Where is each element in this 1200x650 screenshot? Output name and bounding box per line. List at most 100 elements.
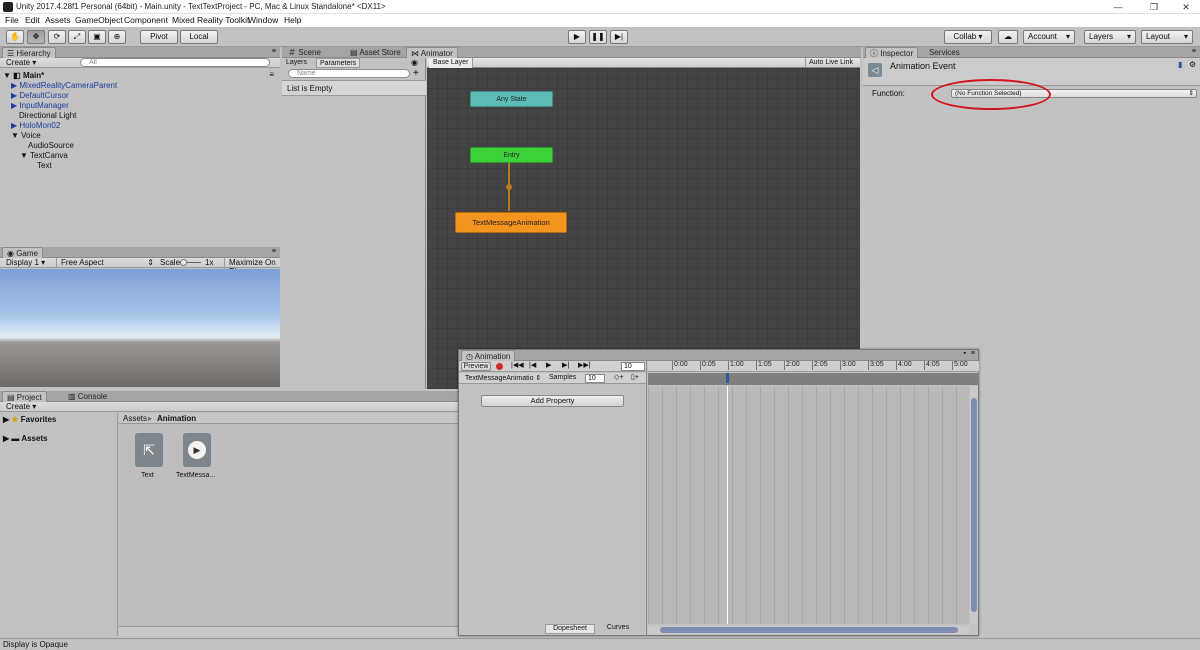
add-parameter-icon[interactable]: + <box>413 68 419 79</box>
expand-arrow-icon[interactable]: ▶ <box>11 121 17 130</box>
tab-animation[interactable]: ◷ Animation <box>461 350 516 361</box>
maximize-button[interactable]: ❐ <box>1138 0 1170 14</box>
expand-arrow-icon[interactable]: ▼ <box>11 131 19 140</box>
tab-curves[interactable]: Curves <box>595 624 641 634</box>
hierarchy-create-dropdown[interactable]: Create ▾ <box>6 58 36 67</box>
animator-graph-canvas[interactable]: Base Layer Auto Live Link Any State Entr… <box>427 58 860 389</box>
menu-assets[interactable]: Assets <box>45 15 71 25</box>
project-create-dropdown[interactable]: Create ▾ <box>6 402 36 411</box>
play-icon[interactable]: ▶ <box>546 361 551 369</box>
menu-help[interactable]: Help <box>284 15 301 25</box>
step-button[interactable]: ▶| <box>610 30 628 44</box>
settings-gear-icon[interactable]: ⚙ <box>1189 60 1196 69</box>
dopesheet-area[interactable] <box>648 386 969 624</box>
hierarchy-item-textcanva[interactable]: ▼ TextCanva <box>20 151 68 160</box>
play-button[interactable]: ▶ <box>568 30 586 44</box>
tab-project[interactable]: ▤ Project <box>2 391 47 402</box>
transform-tool-icon[interactable]: ⊕ <box>108 30 126 44</box>
eye-icon[interactable]: ◉ <box>411 58 418 67</box>
help-book-icon[interactable]: ▮ <box>1178 60 1182 69</box>
animation-event-marker[interactable] <box>726 373 729 383</box>
tab-asset-store[interactable]: ▤ Asset Store <box>346 47 405 58</box>
expand-arrow-icon[interactable]: ▼ <box>20 151 28 160</box>
text-message-animation-state-node[interactable]: TextMessageAnimation <box>455 212 567 233</box>
panel-menu-icon[interactable]: ≡ <box>971 350 975 357</box>
menu-mixed-reality-toolkit[interactable]: Mixed Reality Toolkit <box>172 15 249 25</box>
menu-window[interactable]: Window <box>248 15 278 25</box>
horizontal-scrollbar[interactable] <box>648 626 970 634</box>
horizontal-scrollbar-thumb[interactable] <box>660 627 958 633</box>
panel-menu-icon[interactable]: ≡ <box>1192 48 1196 55</box>
layers-dropdown[interactable]: Layers ▾ <box>1084 30 1136 44</box>
preview-toggle[interactable]: Preview <box>461 362 491 371</box>
hierarchy-item-audiosource[interactable]: AudioSource <box>28 141 74 150</box>
hierarchy-item-inputmanager[interactable]: ▶ InputManager <box>11 101 69 110</box>
breadcrumb-assets[interactable]: Assets <box>123 414 147 423</box>
rotate-tool-icon[interactable]: ⟳ <box>48 30 66 44</box>
tab-layers[interactable]: Layers <box>286 58 307 68</box>
vertical-scrollbar-thumb[interactable] <box>971 398 977 612</box>
hierarchy-item-holomon02[interactable]: ▶ HoloMon02 <box>11 121 60 130</box>
timeline-ruler[interactable]: 0:00 0:05 1:00 1:05 2:00 2:05 3:00 3:05 4:00 4:05… <box>648 361 979 372</box>
tab-hierarchy[interactable]: ☰ Hierarchy <box>2 47 56 58</box>
panel-menu-icon[interactable]: ≡ <box>272 48 276 55</box>
base-layer-breadcrumb[interactable]: Base Layer <box>429 58 474 68</box>
entry-node[interactable]: Entry <box>470 147 553 163</box>
tab-inspector[interactable]: ⓘ Inspector <box>865 47 919 58</box>
add-event-icon[interactable]: ▯+ <box>631 373 639 381</box>
rect-tool-icon[interactable]: ▣ <box>88 30 106 44</box>
hierarchy-item-defaultcursor[interactable]: ▶ DefaultCursor <box>11 91 69 100</box>
breadcrumb-animation[interactable]: Animation <box>157 414 196 423</box>
tab-animator[interactable]: ⋈ Animator <box>406 47 458 58</box>
menu-component[interactable]: Component <box>124 15 168 25</box>
expand-arrow-icon[interactable]: ▶ <box>11 81 17 90</box>
display-dropdown[interactable]: Display 1 ▾ <box>6 258 45 267</box>
menu-edit[interactable]: Edit <box>25 15 40 25</box>
scene-menu-icon[interactable]: ≡ <box>269 70 274 79</box>
scale-slider-thumb[interactable] <box>180 259 187 266</box>
add-property-button[interactable]: Add Property <box>481 395 624 407</box>
tab-dopesheet[interactable]: Dopesheet <box>545 624 595 634</box>
prev-keyframe-icon[interactable]: |◀ <box>529 361 536 369</box>
scale-tool-icon[interactable]: ⤢ <box>68 30 86 44</box>
menu-file[interactable]: File <box>5 15 19 25</box>
tab-parameters[interactable]: Parameters <box>316 58 361 68</box>
hierarchy-item-directional-light[interactable]: Directional Light <box>19 111 76 120</box>
last-keyframe-icon[interactable]: ▶▶| <box>578 361 591 369</box>
hierarchy-search-input[interactable]: All <box>80 58 270 67</box>
expand-arrow-icon[interactable]: ▶ <box>11 91 17 100</box>
game-view-viewport[interactable] <box>0 269 280 387</box>
collab-button[interactable]: Collab ▾ <box>944 30 992 44</box>
event-track[interactable] <box>648 373 979 385</box>
first-keyframe-icon[interactable]: |◀◀ <box>511 361 524 369</box>
expand-arrow-icon[interactable]: ▶ <box>11 101 17 110</box>
animator-controller-icon[interactable]: ⇱ <box>135 433 163 467</box>
auto-live-link-toggle[interactable]: Auto Live Link <box>805 58 856 68</box>
account-dropdown[interactable]: Account ▾ <box>1023 30 1075 44</box>
hierarchy-item-mixedrealitycameraparent[interactable]: ▶ MixedRealityCameraParent <box>11 81 117 90</box>
favorites-item[interactable]: ▶ ★ Favorites <box>3 415 56 424</box>
animation-clip-icon[interactable]: ▶ <box>183 433 211 467</box>
next-keyframe-icon[interactable]: ▶| <box>562 361 569 369</box>
menu-gameobject[interactable]: GameObject <box>75 15 123 25</box>
tab-game[interactable]: ◉ Game <box>2 247 43 258</box>
hierarchy-item-voice[interactable]: ▼ Voice <box>11 131 41 140</box>
lock-icon[interactable]: ▪ <box>964 350 966 357</box>
pivot-toggle[interactable]: Pivot <box>140 30 178 44</box>
local-toggle[interactable]: Local <box>180 30 218 44</box>
vertical-scrollbar[interactable] <box>970 386 978 624</box>
parameter-search-input[interactable]: Name <box>288 69 410 78</box>
layout-dropdown[interactable]: Layout ▾ <box>1141 30 1193 44</box>
tab-console[interactable]: ▥ Console <box>64 391 111 402</box>
add-keyframe-icon[interactable]: ◇+ <box>614 373 623 381</box>
tab-services[interactable]: Services <box>925 47 964 58</box>
close-button[interactable]: ✕ <box>1170 0 1200 14</box>
move-tool-icon[interactable]: ✥ <box>27 30 45 44</box>
frame-input[interactable]: 10 <box>621 362 645 371</box>
minimize-button[interactable]: — <box>1102 0 1134 14</box>
aspect-dropdown[interactable]: Free Aspect ⇕ <box>56 258 156 267</box>
any-state-node[interactable]: Any State <box>470 91 553 107</box>
playhead-line[interactable] <box>727 386 728 624</box>
hand-tool-icon[interactable]: ✋ <box>6 30 24 44</box>
assets-folder-item[interactable]: ▶ ▬ Assets <box>3 434 48 443</box>
